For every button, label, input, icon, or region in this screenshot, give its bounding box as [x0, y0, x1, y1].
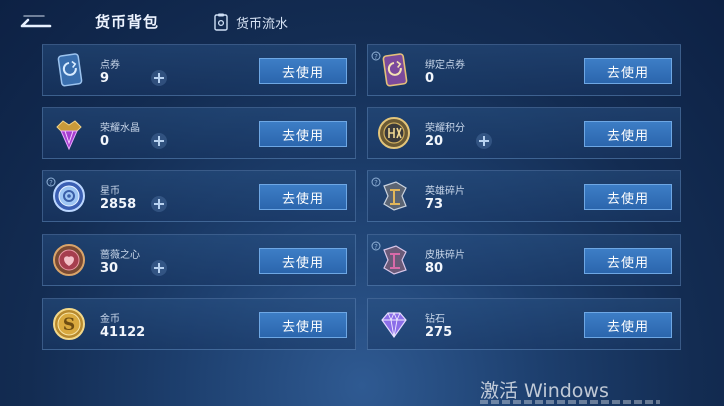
use-button[interactable]: 去使用 [584, 121, 672, 147]
back-arrow-icon [20, 15, 52, 28]
currency-amount: 41122 [100, 325, 146, 340]
currency-amount: 0 [425, 71, 435, 86]
ledger-icon [214, 13, 228, 31]
rose-heart-icon [51, 242, 87, 278]
add-button[interactable] [151, 196, 167, 212]
add-button[interactable] [151, 260, 167, 276]
page-title: 货币背包 [95, 13, 160, 31]
currency-name: 蔷薇之心 [100, 250, 140, 261]
add-button[interactable] [476, 133, 492, 149]
currency-card-hero-fragment: ? 英雄碎片 73 去使用 [367, 170, 681, 222]
use-button[interactable]: 去使用 [259, 184, 347, 210]
use-button[interactable]: 去使用 [259, 248, 347, 274]
currency-amount: 0 [100, 134, 110, 149]
currency-name: 点券 [100, 60, 120, 71]
currency-card-glory-points: 荣耀积分 20 去使用 [367, 107, 681, 159]
currency-amount: 30 [100, 261, 119, 276]
currency-card-rose-heart: 蔷薇之心 30 去使用 [42, 234, 356, 286]
currency-name: 钻石 [425, 314, 445, 325]
currency-name: 荣耀水晶 [100, 123, 140, 134]
top-bar: 货币背包 货币流水 [0, 0, 724, 42]
use-button[interactable]: 去使用 [584, 58, 672, 84]
hero-fragment-icon [376, 178, 412, 214]
back-button[interactable] [14, 12, 54, 32]
currency-amount: 275 [425, 325, 453, 340]
currency-card-diamond: 钻石 275 去使用 [367, 298, 681, 350]
skin-fragment-icon [376, 242, 412, 278]
watermark-subtext-line [480, 400, 660, 404]
use-button[interactable]: 去使用 [259, 58, 347, 84]
currency-card-voucher: 点券 9 去使用 [42, 44, 356, 96]
use-button[interactable]: 去使用 [584, 248, 672, 274]
add-button[interactable] [151, 133, 167, 149]
use-button[interactable]: 去使用 [584, 184, 672, 210]
currency-amount: 80 [425, 261, 444, 276]
currency-flow-button[interactable]: 货币流水 [214, 12, 288, 32]
bound-voucher-card-icon [376, 52, 412, 88]
add-button[interactable] [151, 70, 167, 86]
currency-name: 绑定点券 [425, 60, 465, 71]
use-button[interactable]: 去使用 [584, 312, 672, 338]
currency-name: 荣耀积分 [425, 123, 465, 134]
currency-amount: 20 [425, 134, 444, 149]
currency-name: 英雄碎片 [425, 186, 465, 197]
currency-name: 金币 [100, 314, 120, 325]
currency-card-bound-voucher: ? 绑定点券 0 去使用 [367, 44, 681, 96]
currency-amount: 9 [100, 71, 110, 86]
voucher-card-icon [51, 52, 87, 88]
glory-crystal-icon [51, 115, 87, 151]
currency-card-gold-coin: S 金币 41122 去使用 [42, 298, 356, 350]
currency-flow-label: 货币流水 [236, 16, 289, 32]
svg-text:S: S [63, 315, 75, 335]
activation-watermark: 激活 Windows [480, 380, 609, 402]
glory-points-icon [376, 115, 412, 151]
currency-name: 皮肤碎片 [425, 250, 465, 261]
diamond-icon [376, 306, 412, 342]
currency-amount: 2858 [100, 197, 137, 212]
use-button[interactable]: 去使用 [259, 121, 347, 147]
use-button[interactable]: 去使用 [259, 312, 347, 338]
currency-card-star-coin: ? 星币 2858 去使用 [42, 170, 356, 222]
currency-card-skin-fragment: ? 皮肤碎片 80 去使用 [367, 234, 681, 286]
currency-card-glory-crystal: 荣耀水晶 0 去使用 [42, 107, 356, 159]
currency-amount: 73 [425, 197, 444, 212]
star-coin-icon [51, 178, 87, 214]
currency-name: 星币 [100, 186, 120, 197]
gold-coin-icon: S [51, 306, 87, 342]
